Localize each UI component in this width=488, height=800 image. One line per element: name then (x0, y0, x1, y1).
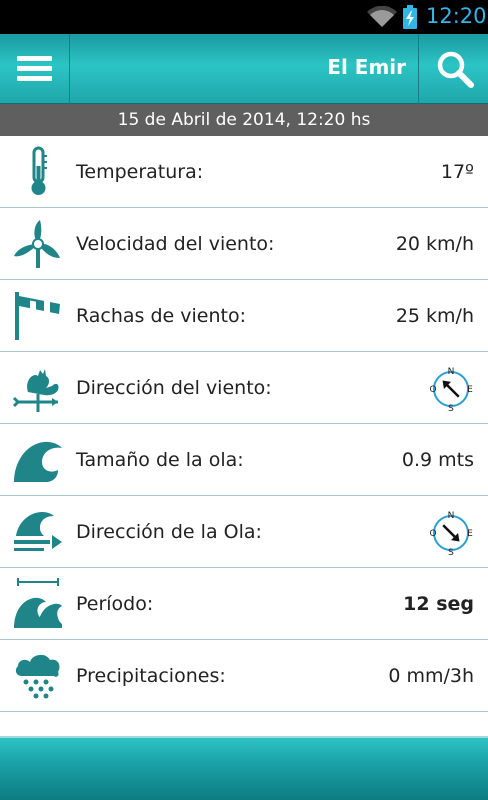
row-value: 12 seg (403, 593, 474, 615)
weather-list: Temperatura: 17º Velocidad del viento: 2… (0, 136, 488, 712)
windsock-icon (15, 292, 60, 340)
list-item-wind-direction: Dirección del viento: N E S O (0, 352, 488, 424)
list-item-wind-speed: Velocidad del viento: 20 km/h (0, 208, 488, 280)
wave-period-icon (14, 578, 62, 628)
row-value: 20 km/h (395, 233, 474, 255)
compass-s: S (448, 548, 454, 556)
row-label: Dirección de la Ola: (76, 521, 262, 543)
list-item-wind-gusts: Rachas de viento: 25 km/h (0, 280, 488, 352)
hamburger-menu-icon (17, 56, 52, 82)
row-label: Rachas de viento: (76, 305, 247, 327)
battery-charging-icon (403, 5, 417, 29)
date-header: 15 de Abril de 2014, 12:20 hs (0, 104, 488, 136)
wave-icon (14, 441, 62, 482)
app-bar: El Emir (0, 34, 488, 104)
compass-o: O (429, 385, 436, 395)
row-label: Tamaño de la ola: (76, 449, 244, 471)
row-value: 25 km/h (395, 305, 474, 327)
row-value: 0.9 mts (401, 449, 474, 471)
wifi-icon (367, 6, 397, 28)
compass-n: N (448, 511, 455, 521)
row-value: 0 mm/3h (388, 665, 474, 687)
list-item-precipitation: Precipitaciones: 0 mm/3h (0, 640, 488, 712)
list-item-period: Período: 12 seg (0, 568, 488, 640)
status-time: 12:20 (426, 4, 487, 28)
row-label: Temperatura: (76, 161, 204, 183)
search-button[interactable] (418, 34, 488, 104)
menu-button[interactable] (0, 34, 70, 104)
list-item-wave-size: Tamaño de la ola: 0.9 mts (0, 424, 488, 496)
bottom-bar (0, 736, 488, 800)
list-item-temperature: Temperatura: 17º (0, 136, 488, 208)
row-label: Período: (76, 593, 154, 615)
thermometer-icon (31, 146, 47, 195)
wave-direction-icon (14, 512, 62, 551)
compass-n: N (448, 367, 455, 377)
list-item-wave-direction: Dirección de la Ola: N E S O (0, 496, 488, 568)
compass-e: E (467, 385, 473, 395)
row-label: Precipitaciones: (76, 665, 226, 687)
compass-arrow (442, 380, 460, 398)
status-bar: 12:20 (0, 0, 488, 34)
row-value: 17º (440, 161, 474, 183)
row-label: Dirección del viento: (76, 377, 272, 399)
wind-turbine-icon (14, 220, 60, 268)
row-label: Velocidad del viento: (76, 233, 275, 255)
compass-icon: N E S O (429, 511, 473, 556)
search-icon (437, 51, 474, 88)
compass-s: S (448, 404, 454, 412)
compass-arrow (442, 524, 460, 542)
rain-cloud-icon (15, 654, 60, 699)
compass-o: O (429, 529, 436, 539)
weathervane-rooster-icon (12, 369, 59, 412)
compass-e: E (467, 529, 473, 539)
compass-icon: N E S O (429, 367, 473, 412)
page-title: El Emir (327, 55, 406, 79)
